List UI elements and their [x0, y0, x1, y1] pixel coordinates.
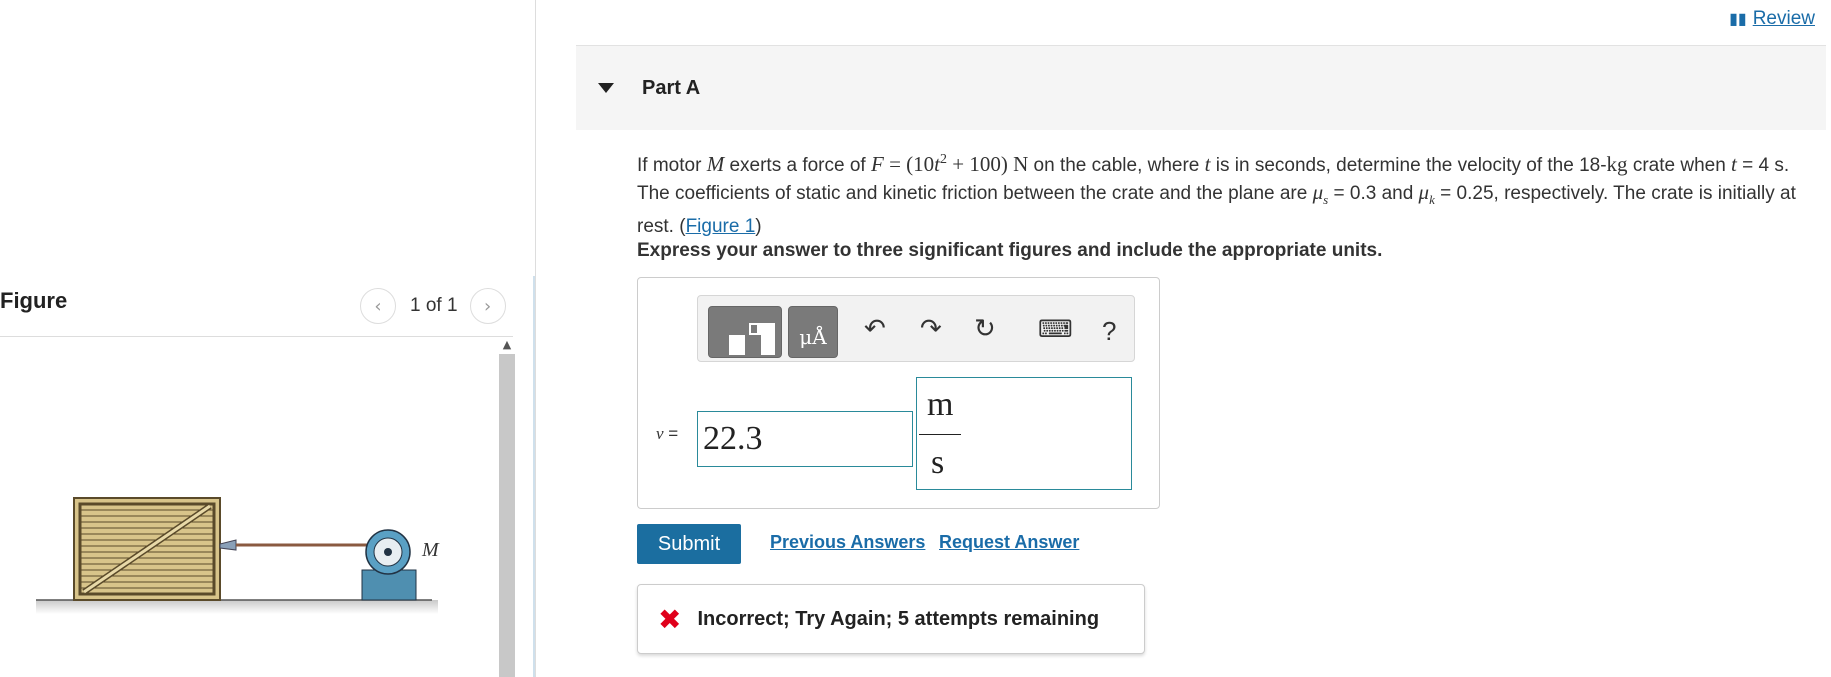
previous-figure-button[interactable]: ‹ — [360, 288, 396, 324]
figure-pager: ‹ 1 of 1 › — [360, 288, 506, 324]
motor — [361, 529, 417, 601]
chevron-left-icon: ‹ — [374, 295, 382, 317]
next-figure-button[interactable]: › — [469, 288, 506, 324]
figure-title: Figure — [0, 288, 68, 313]
figure-pane: Figure ‹ 1 of 1 › M ▲ — [0, 0, 536, 677]
feedback-box: ✖ Incorrect; Try Again; 5 attempts remai… — [637, 584, 1145, 654]
value-input[interactable]: 22.3 — [697, 411, 913, 467]
reset-icon[interactable]: ↻ — [974, 314, 996, 344]
review-label: Review — [1752, 8, 1815, 29]
motor-label: M — [421, 539, 440, 561]
x-icon: ✖ — [658, 602, 682, 636]
keyboard-icon[interactable]: ⌨ — [1038, 314, 1073, 344]
math-toolbar: μÅ ↶ ↷ ↻ ⌨ ? — [697, 295, 1135, 362]
page: Figure ‹ 1 of 1 › M ▲ ▮▮ Review Part A I… — [0, 0, 1831, 677]
figure-scrollbar[interactable]: ▲ — [499, 338, 515, 677]
pane-divider[interactable] — [535, 0, 536, 677]
book-icon: ▮▮ — [1729, 11, 1747, 28]
figure-divider — [0, 336, 513, 337]
previous-answers-link[interactable]: Previous Answers — [770, 532, 925, 553]
variable-label: v = — [656, 424, 679, 443]
unit-denominator: s — [931, 444, 945, 481]
redo-icon[interactable]: ↷ — [920, 314, 942, 344]
templates-button[interactable] — [708, 306, 782, 358]
help-button[interactable]: ? — [1102, 316, 1116, 347]
scroll-up-icon[interactable]: ▲ — [499, 338, 515, 352]
part-header[interactable]: Part A — [576, 46, 1826, 130]
scroll-thumb[interactable] — [499, 354, 515, 677]
fraction-bar — [919, 434, 961, 435]
chevron-right-icon: › — [483, 295, 492, 317]
crate — [73, 497, 221, 601]
crate-motor-figure: M — [36, 497, 440, 614]
part-title: Part A — [642, 76, 701, 99]
unit-input[interactable]: m s — [916, 377, 1132, 490]
answer-box: μÅ ↶ ↷ ↻ ⌨ ? v = 22.3 m s — [637, 277, 1160, 509]
figure-link[interactable]: Figure 1 — [686, 216, 756, 237]
unit-numerator: m — [927, 386, 954, 423]
request-answer-link[interactable]: Request Answer — [939, 532, 1079, 553]
submit-button[interactable]: Submit — [637, 524, 741, 564]
ground-surface — [36, 600, 438, 614]
caret-down-icon[interactable] — [598, 83, 614, 93]
units-button[interactable]: μÅ — [788, 306, 838, 358]
pager-count: 1 of 1 — [410, 295, 458, 316]
feedback-text: Incorrect; Try Again; 5 attempts remaini… — [697, 607, 1100, 630]
review-link[interactable]: ▮▮ Review — [1729, 8, 1815, 30]
pane-divider-accent — [533, 276, 535, 677]
instructions: Express your answer to three significant… — [637, 240, 1383, 261]
question-text: If motor M exerts a force of F = (10t2 +… — [637, 152, 1796, 238]
undo-icon[interactable]: ↶ — [864, 314, 886, 344]
